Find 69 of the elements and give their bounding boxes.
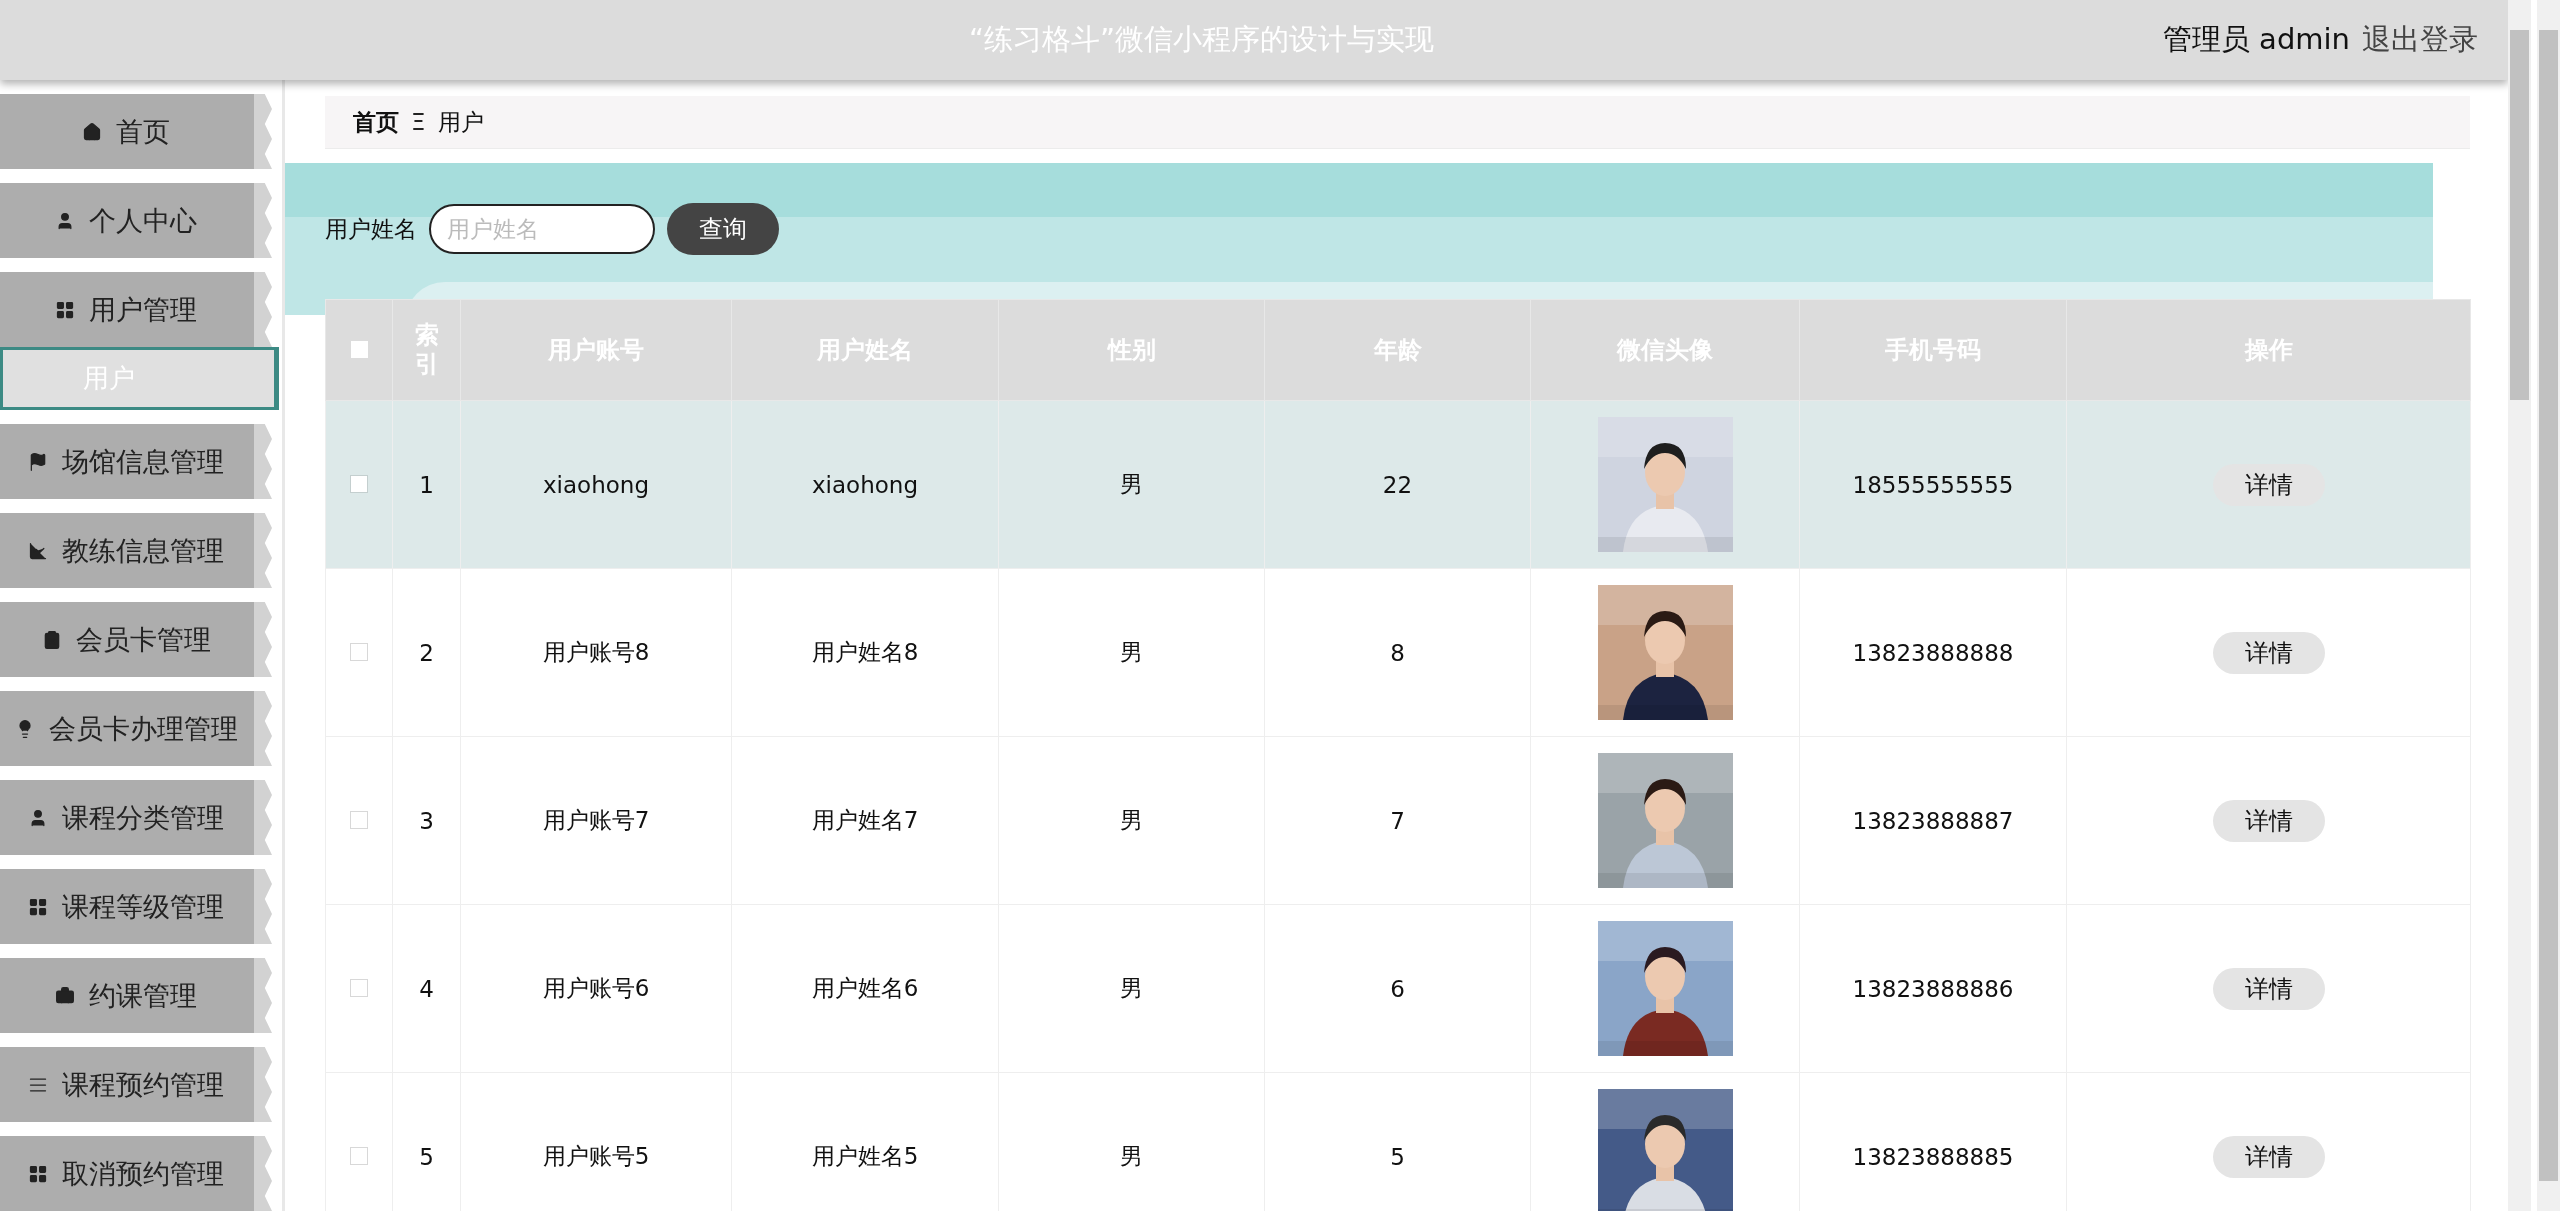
sidebar-item[interactable]: 课程预约管理	[0, 1047, 254, 1122]
detail-button[interactable]: 详情	[2212, 967, 2325, 1010]
scrollbar[interactable]	[2508, 0, 2531, 1211]
logout-link[interactable]: 退出登录	[2362, 20, 2478, 60]
table-cell: 22	[1264, 400, 1531, 569]
table-cell: 2	[392, 568, 461, 737]
table-cell: 用户姓名8	[731, 568, 999, 737]
table-cell: 男	[998, 904, 1265, 1073]
sidebar-item[interactable]: 课程分类管理	[0, 780, 254, 855]
sidebar-item[interactable]: 场馆信息管理	[0, 424, 254, 499]
home-icon	[82, 121, 102, 142]
sidebar-item[interactable]: 个人中心	[0, 183, 254, 258]
table-cell: xiaohong	[460, 400, 732, 569]
select-all-checkbox[interactable]	[350, 341, 368, 358]
sidebar-item[interactable]: 首页	[0, 94, 254, 169]
table-cell: xiaohong	[731, 400, 999, 569]
table-cell: 用户账号7	[460, 736, 732, 905]
row-checkbox[interactable]	[350, 1146, 368, 1165]
table-cell: 用户账号8	[460, 568, 732, 737]
table-row[interactable]: 1 xiaohong xiaohong 男 22 18555555555 详情	[325, 400, 2471, 569]
row-checkbox[interactable]	[350, 810, 368, 829]
row-checkbox[interactable]	[350, 642, 368, 661]
table-cell: 6	[1264, 904, 1531, 1073]
table-cell: 用户账号6	[460, 904, 732, 1073]
detail-button[interactable]: 详情	[2212, 463, 2325, 506]
grid-icon	[28, 1163, 48, 1184]
row-checkbox[interactable]	[350, 978, 368, 997]
scrollbar[interactable]	[2537, 0, 2560, 1211]
table-cell: 3	[392, 736, 461, 905]
chart-icon	[28, 540, 48, 561]
table-cell: 13823888887	[1799, 736, 2067, 905]
breadcrumb-separator: Ξ	[411, 109, 426, 135]
sidebar-item[interactable]: 用户管理	[0, 272, 254, 347]
sidebar-item[interactable]: 教练信息管理	[0, 513, 254, 588]
sidebar-item[interactable]: 课程等级管理	[0, 869, 254, 944]
table-row[interactable]: 2 用户账号8 用户姓名8 男 8 13823888888 详情	[325, 568, 2471, 737]
table-row[interactable]: 4 用户账号6 用户姓名6 男 6 13823888886 详情	[325, 904, 2471, 1073]
table-row[interactable]: 3 用户账号7 用户姓名7 男 7 13823888887 详情	[325, 736, 2471, 905]
search-button[interactable]: 查询	[667, 203, 779, 255]
sidebar-item[interactable]: 会员卡管理	[0, 602, 254, 677]
grid-icon	[55, 299, 75, 320]
breadcrumb-link[interactable]: 首页	[353, 106, 399, 138]
detail-button[interactable]: 详情	[2212, 799, 2325, 842]
table-cell: 1	[392, 400, 461, 569]
search-label: 用户姓名	[325, 214, 417, 244]
flag-icon	[28, 451, 48, 472]
table-cell: 8	[1264, 568, 1531, 737]
table-cell: 用户姓名7	[731, 736, 999, 905]
sidebar-item[interactable]: 取消预约管理	[0, 1136, 254, 1211]
table-cell: 13823888888	[1799, 568, 2067, 737]
table-row[interactable]: 5 用户账号5 用户姓名5 男 5 13823888885 详情	[325, 1072, 2471, 1211]
sidebar-item[interactable]: 会员卡办理管理	[0, 691, 254, 766]
user-name: 管理员 admin	[2162, 21, 2350, 58]
table-cell: 4	[392, 904, 461, 1073]
grid-icon	[28, 896, 48, 917]
breadcrumb-current: 用户	[437, 107, 484, 137]
table-cell: 男	[998, 736, 1265, 905]
table-cell: 18555555555	[1799, 400, 2067, 569]
table-cell: 男	[998, 568, 1265, 737]
detail-button[interactable]: 详情	[2212, 631, 2325, 674]
table-cell: 7	[1264, 736, 1531, 905]
detail-button[interactable]: 详情	[2212, 1135, 2325, 1178]
table-cell: 男	[998, 400, 1265, 569]
sidebar-item[interactable]: 约课管理	[0, 958, 254, 1033]
row-checkbox[interactable]	[350, 474, 368, 493]
briefcase-icon	[55, 985, 75, 1006]
table-cell: 用户姓名6	[731, 904, 999, 1073]
table-cell: 13823888886	[1799, 904, 2067, 1073]
search-field[interactable]: 用户姓名	[429, 204, 655, 254]
